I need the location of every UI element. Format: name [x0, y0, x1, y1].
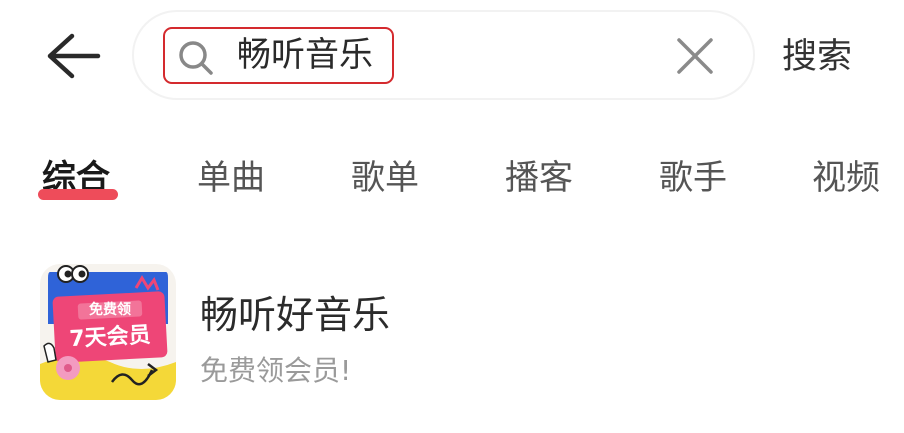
tab-podcasts[interactable]: 播客: [505, 148, 573, 208]
close-icon: [677, 38, 713, 74]
search-icon: [179, 41, 213, 75]
tab-bar: 综合 单曲 歌单 播客 歌手 视频: [0, 148, 904, 208]
search-field[interactable]: [163, 27, 394, 84]
app-icon-badge-top: 免费领: [89, 301, 131, 318]
result-subtitle: 免费领会员!: [200, 354, 352, 387]
app-icon-badge-main: 7天会员: [69, 322, 152, 352]
search-button[interactable]: 搜索: [782, 30, 852, 84]
tab-videos[interactable]: 视频: [812, 148, 880, 208]
arrow-left-icon: [47, 33, 101, 79]
search-page: 搜索 综合 单曲 歌单 播客 歌手 视频: [0, 0, 904, 433]
search-input[interactable]: [237, 29, 387, 82]
tab-songs[interactable]: 单曲: [197, 148, 265, 208]
active-tab-indicator: [38, 189, 118, 200]
result-title: 畅听好音乐: [200, 293, 391, 337]
app-icon: 免费领 7天会员: [40, 264, 176, 400]
tab-artists[interactable]: 歌手: [659, 148, 727, 208]
result-item[interactable]: 免费领 7天会员 畅听好音乐 免费领会员!: [40, 264, 880, 400]
clear-search-button[interactable]: [672, 33, 718, 79]
back-button[interactable]: [38, 26, 108, 86]
tab-playlists[interactable]: 歌单: [351, 148, 419, 208]
